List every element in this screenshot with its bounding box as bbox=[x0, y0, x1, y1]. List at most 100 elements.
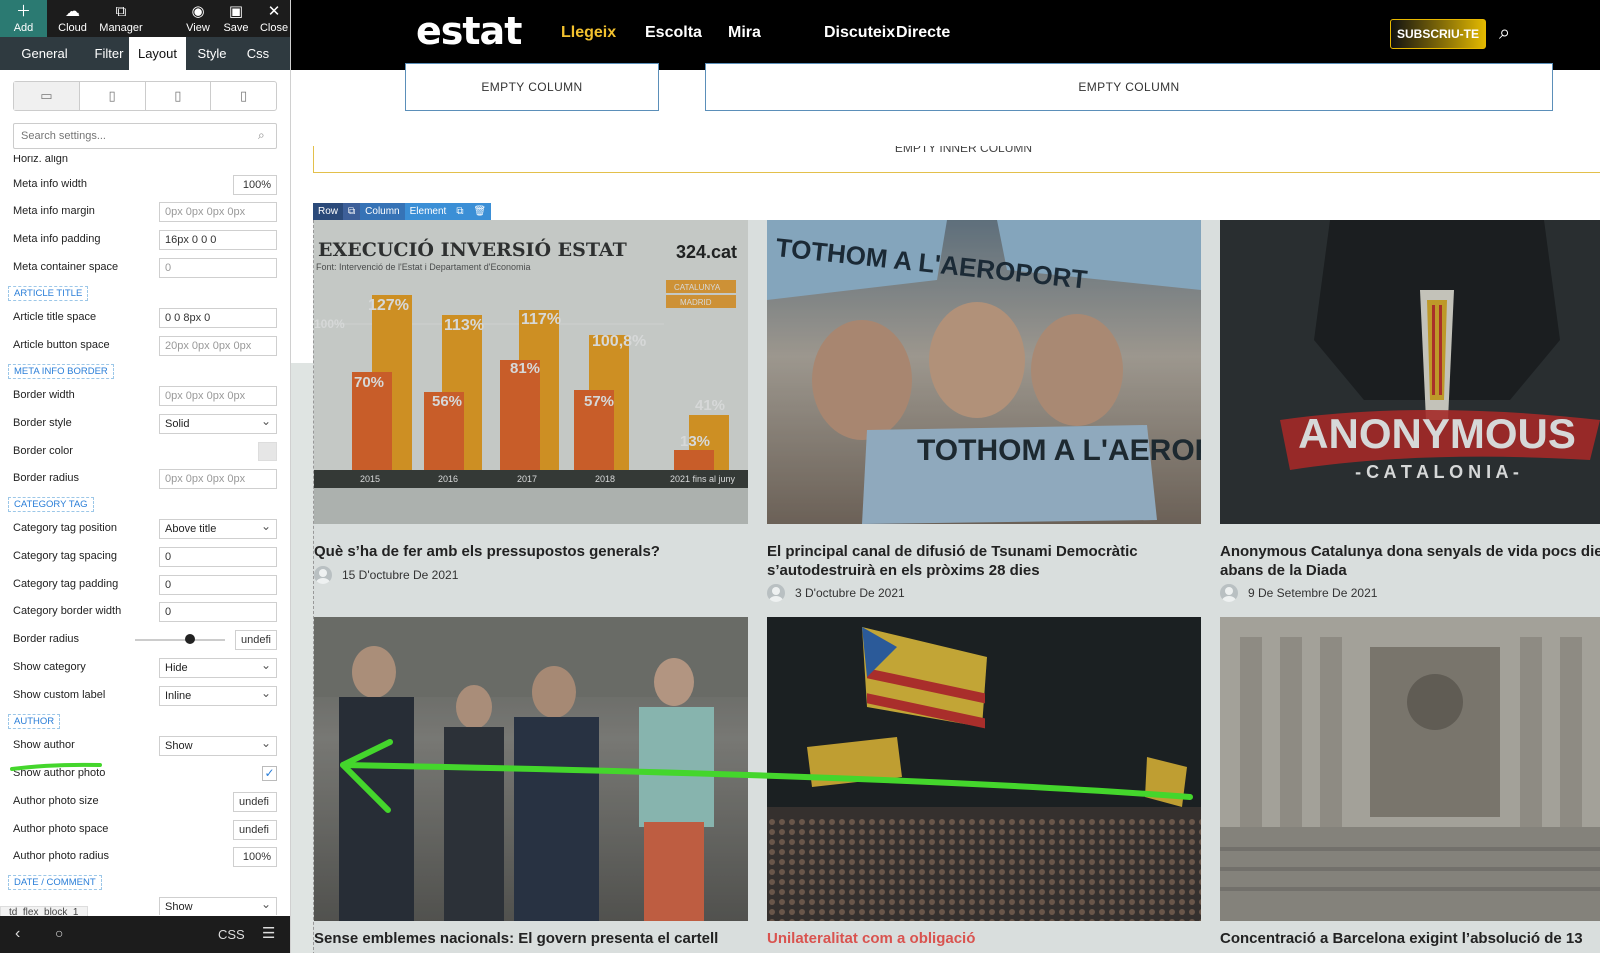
tab-css[interactable]: Css bbox=[238, 37, 278, 70]
border-radius-input[interactable]: 0px 0px 0px 0px bbox=[159, 469, 277, 489]
article-date: 9 De Setembre De 2021 bbox=[1248, 586, 1378, 600]
show-category-select[interactable]: Hide bbox=[159, 656, 277, 678]
annotation-underline bbox=[10, 762, 102, 771]
settings-list: Horiz. align Meta info width 100% Meta in… bbox=[0, 155, 290, 915]
meta-info-margin-input[interactable]: 0px 0px 0px 0px bbox=[159, 202, 277, 222]
article-title[interactable]: Unilateralitat com a obligació bbox=[767, 929, 1201, 948]
author-avatar[interactable] bbox=[1220, 584, 1238, 602]
author-avatar[interactable] bbox=[314, 566, 332, 584]
subscribe-button[interactable]: SUBSCRIU-TE bbox=[1390, 19, 1486, 49]
nav-discuteix[interactable]: Discuteix bbox=[824, 24, 895, 42]
empty-column-2[interactable]: EMPTY COLUMN bbox=[705, 63, 1553, 111]
category-border-width-input[interactable]: 0 bbox=[159, 602, 277, 622]
search-icon[interactable]: ⌕ bbox=[1499, 22, 1510, 45]
category-tag-position-select[interactable]: Above title bbox=[159, 517, 277, 539]
border-style-select[interactable]: Solid bbox=[159, 412, 277, 434]
add-button[interactable]: ＋ Add bbox=[0, 0, 47, 37]
editor-panel: ＋ Add ☁ Cloud ⧉ Manager ◉ View ▣ Save ✕ Close … bbox=[0, 0, 291, 953]
article-image[interactable]: TOTHOM A L'AEROPORT TOTHOM A L'AEROPORT bbox=[767, 220, 1201, 524]
category-tag-spacing-input[interactable]: 0 bbox=[159, 547, 277, 567]
tab-layout[interactable]: Layout bbox=[129, 37, 186, 70]
article-image[interactable] bbox=[314, 617, 748, 921]
bar-label: 70% bbox=[354, 374, 384, 391]
search-settings-input[interactable] bbox=[13, 123, 277, 149]
meta-info-width-input[interactable]: 100% bbox=[233, 175, 277, 195]
tablet-portrait-icon[interactable]: ▯ bbox=[146, 82, 212, 110]
element-copy-icon[interactable]: ⧉ bbox=[451, 203, 469, 220]
tab-style[interactable]: Style bbox=[186, 37, 238, 70]
save-button[interactable]: ▣ Save bbox=[217, 0, 255, 37]
bar-label: 41% bbox=[695, 397, 725, 414]
nav-llegeix[interactable]: Llegeix bbox=[561, 24, 616, 42]
close-icon: ✕ bbox=[267, 3, 281, 20]
brand-logo: 324.cat bbox=[676, 242, 737, 262]
meta-container-space-input[interactable]: 0 bbox=[159, 258, 277, 278]
article-title[interactable]: Concentració a Barcelona exigint l’absol… bbox=[1220, 929, 1600, 948]
border-color-swatch[interactable] bbox=[258, 442, 277, 461]
category-tag-padding-input[interactable]: 0 bbox=[159, 575, 277, 595]
article-button-space-input[interactable]: 20px 0px 0px 0px bbox=[159, 336, 277, 356]
row-copy-icon[interactable]: ⧉ bbox=[343, 203, 361, 220]
article-title[interactable]: El principal canal de difusió de Tsunami… bbox=[767, 542, 1201, 580]
cloud-button[interactable]: ☁ Cloud bbox=[49, 0, 96, 37]
article-title[interactable]: Sense emblemes nacionals: El govern pres… bbox=[314, 929, 748, 948]
settings-tabs: General Filter Layout Style Css bbox=[0, 37, 290, 70]
setting-show-category: Show category Hide bbox=[13, 656, 279, 678]
tab-general[interactable]: General bbox=[0, 37, 89, 70]
manager-button[interactable]: ⧉ Manager bbox=[96, 0, 146, 37]
anonymous-photo: ANONYMOUS - C A T A L O N I A - bbox=[1280, 220, 1600, 482]
phone-icon[interactable]: ▯ bbox=[211, 82, 276, 110]
border-radius-slider[interactable] bbox=[135, 639, 225, 641]
tablet-landscape-icon[interactable]: ▯ bbox=[80, 82, 146, 110]
eye-icon: ◉ bbox=[191, 3, 205, 20]
home-circle-icon[interactable]: ○ bbox=[55, 925, 63, 941]
trash-icon[interactable]: 🗑 bbox=[468, 203, 492, 220]
year-label: 2017 bbox=[517, 474, 537, 484]
site-logo[interactable]: estat bbox=[416, 9, 522, 53]
author-avatar[interactable] bbox=[767, 584, 785, 602]
setting-meta-container-space: Meta container space 0 bbox=[13, 258, 279, 278]
menu-icon[interactable]: ☰ bbox=[262, 924, 275, 942]
chart-photo-title: EXECUCIÓ INVERSIÓ ESTAT bbox=[318, 238, 627, 261]
article-title-space-input[interactable]: 0 0 8px 0 bbox=[159, 308, 277, 328]
back-icon[interactable]: ‹ bbox=[15, 925, 20, 943]
border-width-input[interactable]: 0px 0px 0px 0px bbox=[159, 386, 277, 406]
row-tag[interactable]: Row bbox=[313, 203, 344, 220]
nav-mira[interactable]: Mira bbox=[728, 24, 761, 42]
tab-filter[interactable]: Filter bbox=[89, 37, 129, 70]
author-photo-radius-input[interactable]: 100% bbox=[233, 847, 277, 867]
article-image[interactable] bbox=[767, 617, 1201, 921]
article-image[interactable] bbox=[1220, 617, 1600, 921]
article-image[interactable]: ANONYMOUS - C A T A L O N I A - bbox=[1220, 220, 1600, 524]
article-image[interactable]: EXECUCIÓ INVERSIÓ ESTAT Font: Intervenci… bbox=[314, 220, 748, 524]
show-author-photo-checkbox[interactable]: ✓ bbox=[262, 766, 277, 781]
article-meta: 15 D'octubre De 2021 bbox=[314, 566, 458, 584]
css-button[interactable]: CSS bbox=[218, 927, 245, 942]
nav-escolta[interactable]: Escolta bbox=[645, 24, 702, 42]
author-photo-space-input[interactable]: undefi bbox=[233, 820, 277, 840]
category-border-radius-input[interactable]: undefi bbox=[235, 630, 277, 650]
slider-knob[interactable] bbox=[185, 634, 195, 644]
empty-column-1[interactable]: EMPTY COLUMN bbox=[405, 63, 659, 111]
bar-label: 13% bbox=[680, 433, 710, 450]
show-author-select[interactable]: Show bbox=[159, 734, 277, 756]
close-button[interactable]: ✕ Close bbox=[258, 0, 290, 37]
setting-show-custom-label: Show custom label Inline bbox=[13, 684, 279, 706]
desktop-icon[interactable]: ▭ bbox=[14, 82, 80, 110]
column-tag[interactable]: Column bbox=[360, 203, 405, 220]
date-show-select[interactable]: Show bbox=[159, 895, 277, 915]
show-custom-label-select[interactable]: Inline bbox=[159, 684, 277, 706]
bar-label: 81% bbox=[510, 360, 540, 377]
flex-block[interactable]: EXECUCIÓ INVERSIÓ ESTAT Font: Intervenci… bbox=[313, 220, 1600, 953]
politicians-photo bbox=[314, 617, 748, 921]
bar-label: 117% bbox=[521, 311, 561, 328]
meta-info-padding-input[interactable]: 16px 0 0 0 bbox=[159, 230, 277, 250]
article-title[interactable]: Què s’ha de fer amb els pressupostos gen… bbox=[314, 542, 748, 561]
empty-inner-column[interactable]: EMPTY INNER COLUMN bbox=[313, 146, 1600, 173]
nav-directe[interactable]: Directe bbox=[896, 24, 950, 42]
author-photo-size-input[interactable]: undefi bbox=[233, 792, 277, 812]
article-title[interactable]: Anonymous Catalunya dona senyals de vida… bbox=[1220, 542, 1600, 580]
element-tag[interactable]: Element bbox=[404, 203, 452, 220]
setting-meta-info-padding: Meta info padding 16px 0 0 0 bbox=[13, 230, 279, 250]
view-button[interactable]: ◉ View bbox=[181, 0, 215, 37]
